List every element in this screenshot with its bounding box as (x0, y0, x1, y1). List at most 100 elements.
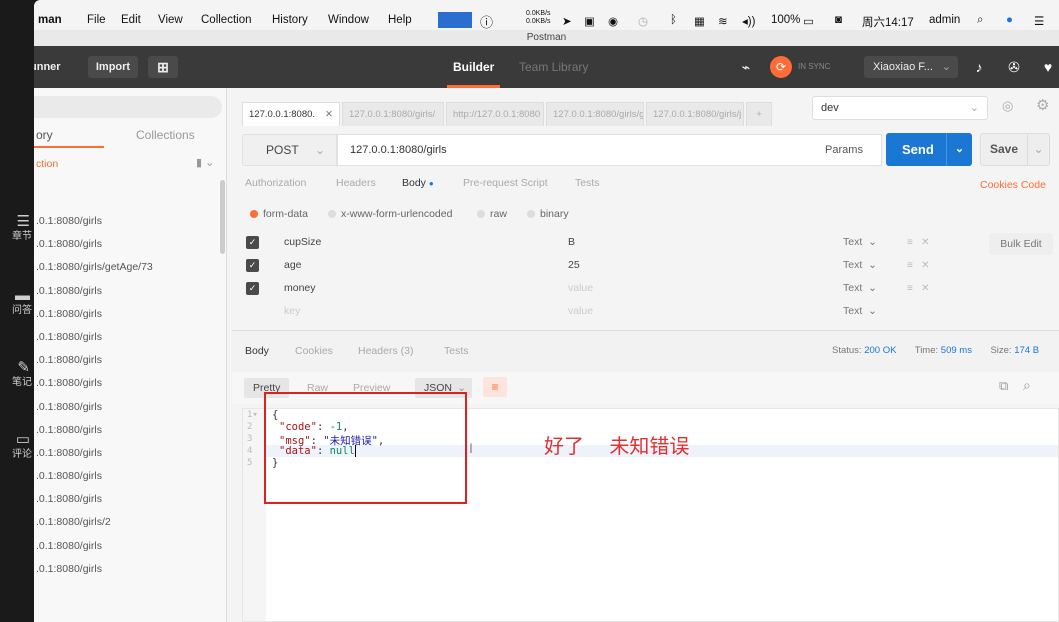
menu-edit[interactable]: Edit (121, 14, 141, 26)
history-item[interactable]: .0.1:8080/girls (34, 372, 219, 395)
request-tab[interactable]: http://127.0.0.1:8080 (446, 102, 544, 126)
menu-history[interactable]: History (272, 14, 308, 26)
screenshot-icon[interactable]: ◙ (835, 14, 842, 26)
import-button[interactable]: Import (88, 56, 138, 78)
request-tab[interactable]: 127.0.0.1:8080. ✕ (242, 102, 340, 126)
format-pretty[interactable]: Pretty (244, 378, 290, 398)
radio-form-data[interactable]: form-data (250, 208, 308, 220)
sidebar-action-link[interactable]: ction (36, 158, 58, 170)
history-item[interactable]: .0.1:8080/girls (34, 558, 219, 581)
tab-team-library[interactable]: Team Library (519, 46, 588, 88)
satellite-icon[interactable]: ⌁ (736, 58, 756, 76)
info-icon[interactable]: ⓘ (480, 12, 493, 31)
tab-collections[interactable]: Collections (136, 128, 195, 142)
url-input[interactable]: 127.0.0.1:8080/girls (337, 134, 882, 166)
clock-text[interactable]: 周六14:17 (862, 14, 914, 30)
bulk-edit-button[interactable]: Bulk Edit (989, 233, 1053, 255)
cookies-code-links[interactable]: Cookies Code (980, 179, 1046, 191)
volume-icon[interactable]: ◂)) (742, 14, 755, 28)
user-dropdown[interactable]: Xiaoxiao F... ⌄ (864, 56, 958, 78)
notes-item[interactable]: ✎ 笔记 (0, 360, 34, 389)
row-controls[interactable]: ≡ ✕ (907, 231, 930, 254)
tab-response-tests[interactable]: Tests (444, 345, 469, 357)
bluetooth-icon[interactable]: ᛒ (670, 14, 677, 26)
tab-tests[interactable]: Tests (575, 177, 600, 189)
comments-item[interactable]: ▭ 评论 (0, 432, 34, 461)
radio-binary[interactable]: binary (527, 208, 569, 220)
row-key[interactable]: key (284, 300, 300, 323)
activity-monitor-icon[interactable] (438, 12, 472, 28)
request-tab[interactable]: 127.0.0.1:8080/girls/j (646, 102, 744, 126)
wifi-icon[interactable]: ≋ (718, 14, 728, 28)
tab-response-cookies[interactable]: Cookies (295, 345, 333, 357)
battery-icon[interactable]: ▭ (803, 14, 814, 28)
keyboard-icon[interactable]: ▦ (694, 14, 705, 28)
send-button[interactable]: Send ⌄ (886, 133, 972, 166)
tab-builder[interactable]: Builder (446, 46, 501, 88)
history-item[interactable]: .0.1:8080/girls (34, 396, 219, 419)
menu-window[interactable]: Window (328, 14, 369, 26)
history-item[interactable]: .0.1:8080/girls (34, 442, 219, 465)
tab-history[interactable]: ory (36, 128, 53, 142)
search-icon[interactable]: ⌕ (1023, 377, 1031, 394)
history-item[interactable]: .0.1:8080/girls (34, 349, 219, 372)
row-value[interactable]: B (568, 231, 575, 254)
sidebar-scrollbar[interactable] (220, 180, 225, 254)
chat-menu-icon[interactable]: ▣ (584, 14, 595, 28)
history-item[interactable]: .0.1:8080/girls (34, 280, 219, 303)
gear-icon[interactable]: ⚙ (1036, 96, 1049, 114)
sidebar-search-input[interactable] (34, 96, 222, 118)
history-item[interactable]: .0.1:8080/girls (34, 465, 219, 488)
row-value[interactable]: value (568, 277, 593, 300)
qa-item[interactable]: ▬ 问答 (0, 288, 34, 317)
history-item[interactable]: .0.1:8080/girls (34, 210, 219, 233)
history-item[interactable]: .0.1:8080/girls (34, 326, 219, 349)
sync-icon[interactable]: ⟳ (770, 56, 792, 78)
bell-icon[interactable]: ♪ (969, 58, 989, 76)
siri-icon[interactable]: ● (1006, 14, 1013, 26)
environment-select[interactable]: dev ⌄ (812, 96, 988, 120)
clock-icon[interactable]: ◷ (638, 14, 648, 28)
row-key[interactable]: money (284, 277, 316, 300)
tab-headers[interactable]: Headers (336, 177, 376, 189)
row-checkbox[interactable]: ✓ (246, 259, 259, 272)
history-item[interactable]: .0.1:8080/girls (34, 233, 219, 256)
format-raw[interactable]: Raw (298, 378, 337, 398)
format-select[interactable]: JSON ⌄ (415, 378, 472, 398)
tab-body[interactable]: Body ● (402, 177, 434, 189)
wrap-lines-icon[interactable]: ≡ (483, 377, 507, 397)
params-button[interactable]: Params (807, 134, 881, 166)
wrench-icon[interactable]: ✇ (1004, 58, 1024, 76)
menu-view[interactable]: View (158, 14, 183, 26)
history-item[interactable]: .0.1:8080/girls (34, 535, 219, 558)
history-item[interactable]: .0.1:8080/girls (34, 303, 219, 326)
chevron-down-icon[interactable]: ⌄ (1027, 134, 1049, 165)
history-item[interactable]: .0.1:8080/girls/getAge/73 (34, 256, 219, 279)
spotlight-icon[interactable]: ⌕ (977, 14, 983, 27)
row-value[interactable]: value (568, 300, 593, 323)
row-type-select[interactable]: Text ⌄ (843, 300, 877, 323)
copy-icon[interactable]: ⧉ (999, 378, 1008, 394)
menu-collection[interactable]: Collection (201, 14, 252, 26)
tab-authorization[interactable]: Authorization (245, 177, 306, 189)
eye-icon[interactable]: ◉ (608, 14, 618, 28)
history-item[interactable]: .0.1:8080/girls (34, 419, 219, 442)
tab-response-headers[interactable]: Headers (3) (358, 345, 413, 357)
row-controls[interactable]: ≡ ✕ (907, 277, 930, 300)
save-button[interactable]: Save ⌄ (980, 133, 1050, 166)
close-icon[interactable]: ✕ (325, 103, 333, 126)
tab-pre-request-script[interactable]: Pre-request Script (463, 177, 548, 189)
menu-file[interactable]: File (87, 14, 106, 26)
chevron-down-icon[interactable]: ⌄ (946, 133, 972, 166)
request-tab[interactable]: 127.0.0.1:8080/girls/ (342, 102, 444, 126)
chapters-item[interactable]: ☰ 章节 (0, 214, 34, 243)
notification-center-icon[interactable]: ☰ (1034, 14, 1044, 28)
radio-urlencoded[interactable]: x-www-form-urlencoded (328, 208, 452, 220)
format-preview[interactable]: Preview (344, 378, 399, 398)
request-tab[interactable]: 127.0.0.1:8080/girls/g (546, 102, 644, 126)
eye-icon[interactable]: ◎ (1002, 98, 1013, 114)
history-item[interactable]: .0.1:8080/girls (34, 488, 219, 511)
send-icon[interactable]: ➤ (562, 14, 572, 28)
runner-button[interactable]: unner (34, 56, 74, 78)
row-value[interactable]: 25 (568, 254, 580, 277)
